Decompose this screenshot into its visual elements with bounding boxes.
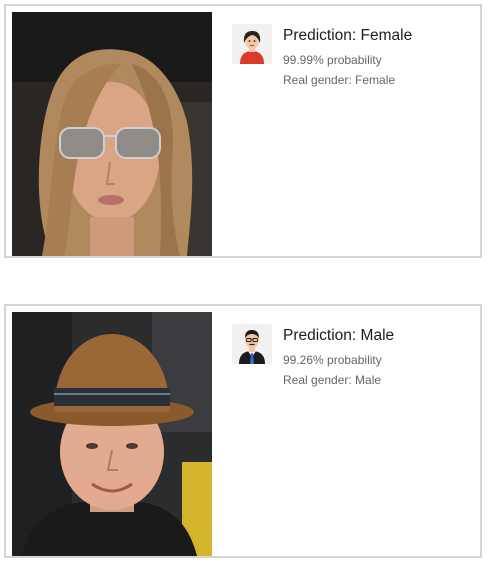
result-card-male: Prediction: Male 99.26% probability Real…	[4, 304, 482, 558]
prediction-prefix: Prediction:	[283, 327, 357, 344]
prediction-label: Prediction: Female	[283, 27, 412, 45]
prediction-label: Prediction: Male	[283, 327, 394, 345]
probability-text: 99.26% probability	[283, 353, 382, 367]
real-gender-text: Real gender: Female	[283, 73, 396, 87]
result-card-female: Prediction: Female 99.99% probability Re…	[4, 4, 482, 258]
prediction-value: Female	[360, 27, 413, 44]
face-photo	[12, 12, 212, 256]
face-photo	[12, 312, 212, 556]
real-gender-text: Real gender: Male	[283, 373, 382, 387]
prediction-value: Male	[360, 327, 395, 344]
male-avatar-icon	[232, 324, 272, 364]
probability-text: 99.99% probability	[283, 53, 382, 67]
prediction-prefix: Prediction:	[283, 27, 357, 44]
female-avatar-icon	[232, 24, 272, 64]
